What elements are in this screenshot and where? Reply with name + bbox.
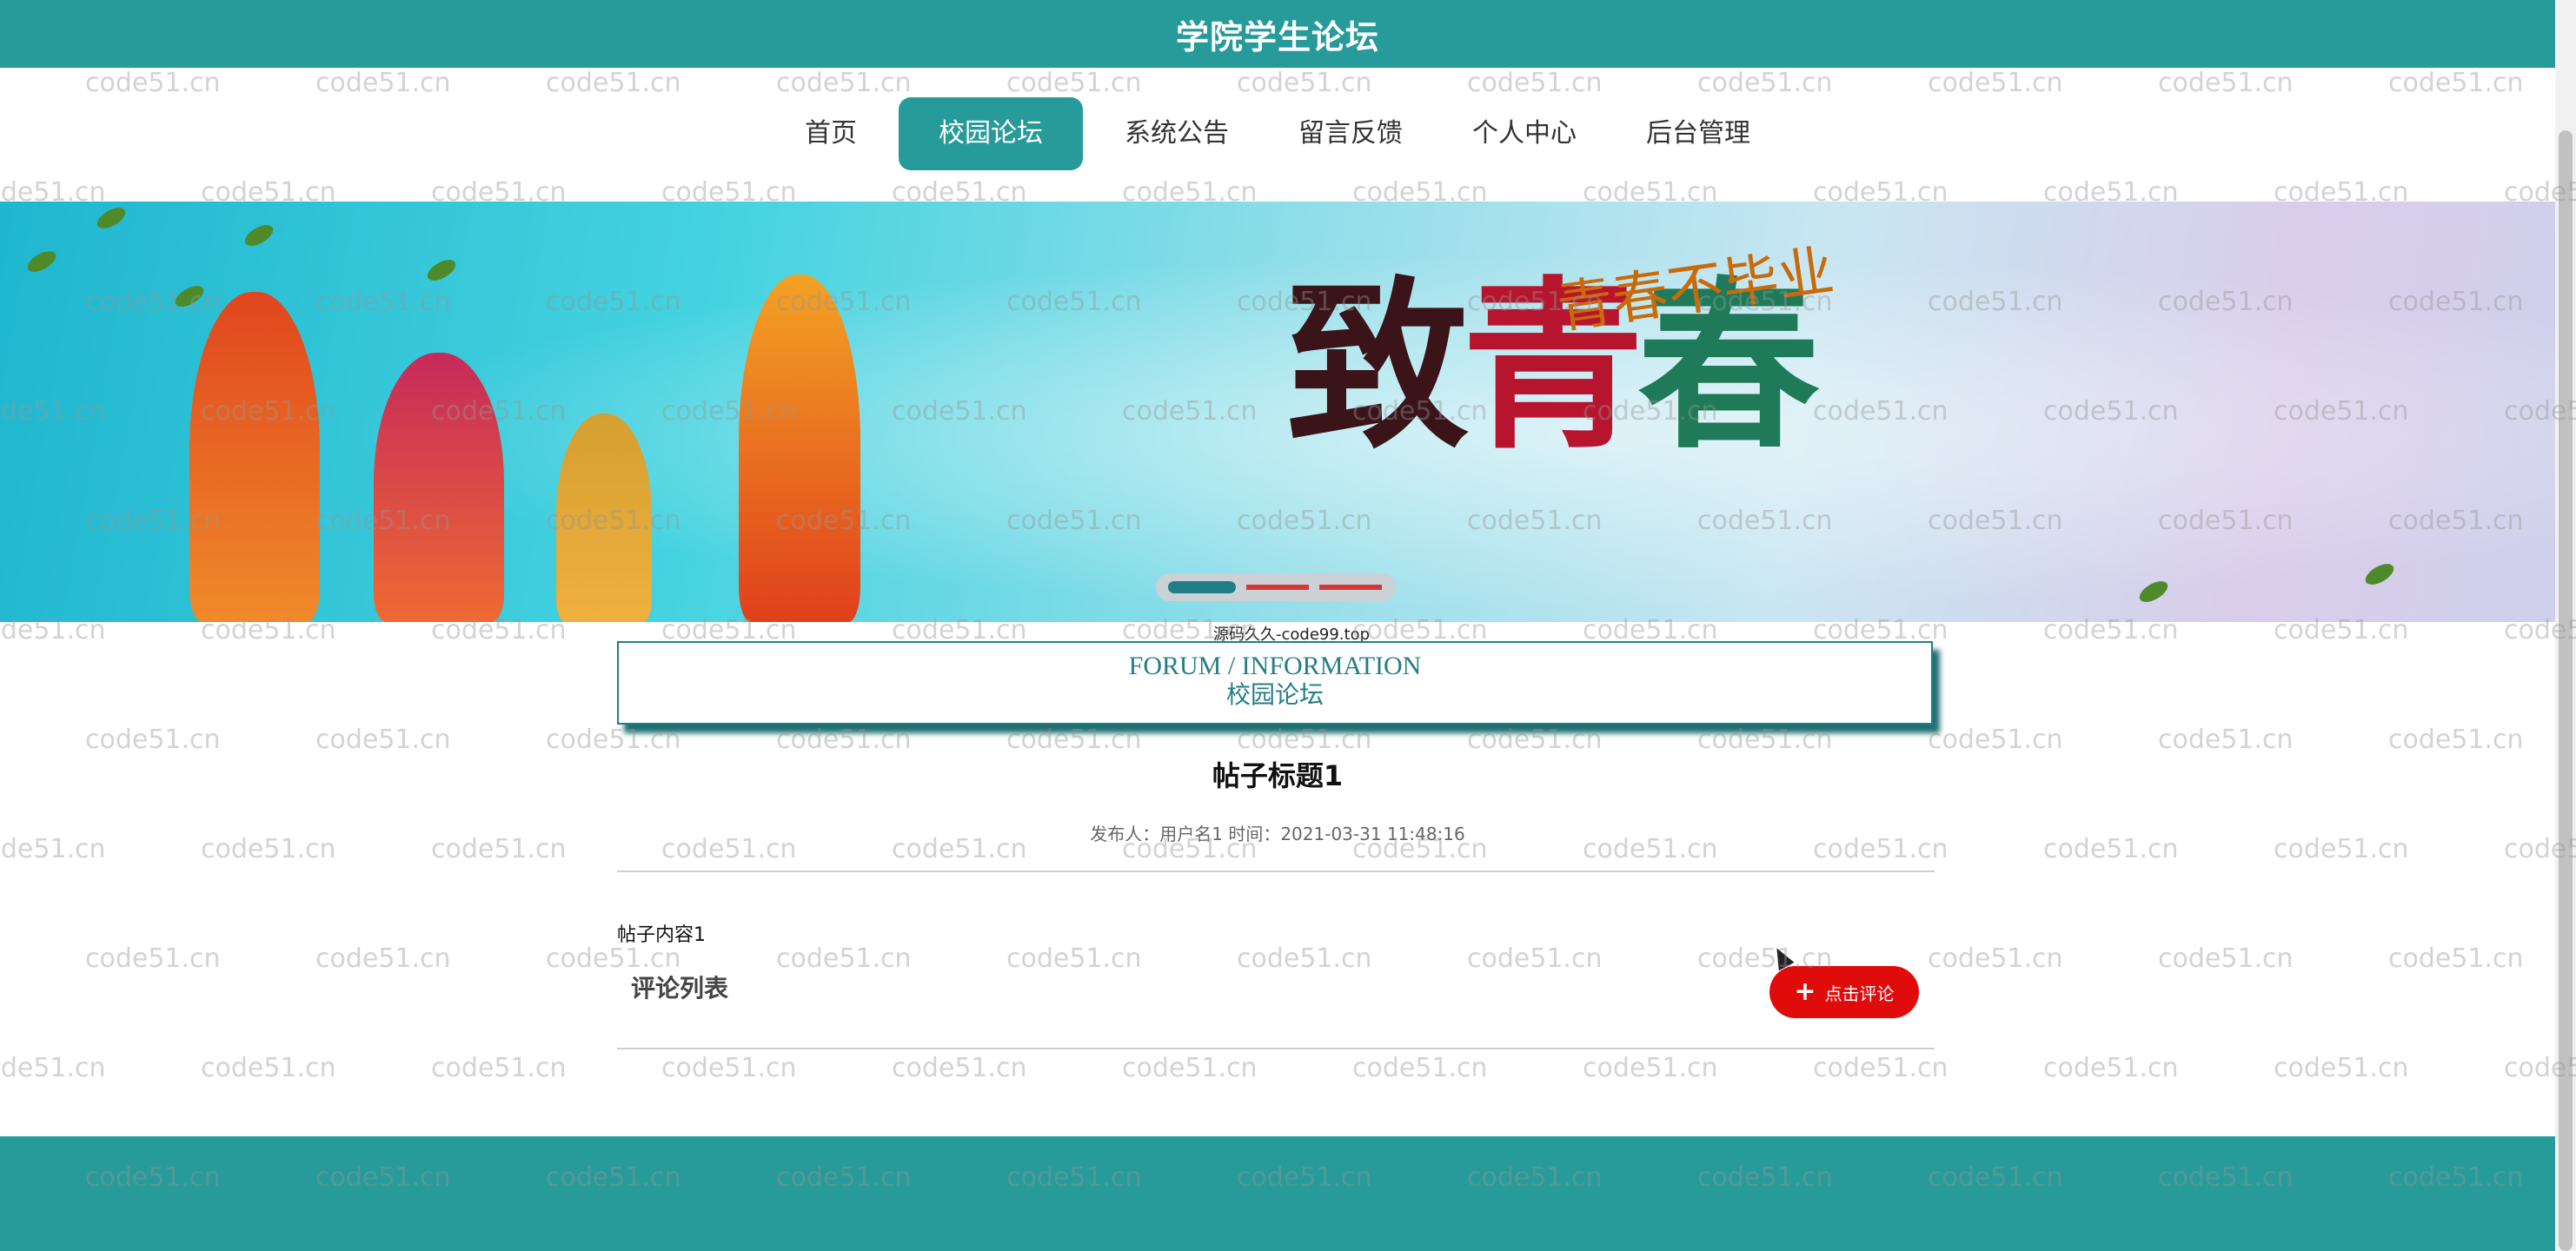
watermark-text: code51.cn [776, 725, 912, 755]
nav-item-admin[interactable]: 后台管理 [1618, 97, 1778, 170]
post-meta: 发布人：用户名1 时间：2021-03-31 11:48:16 [1090, 824, 1465, 844]
page-scrollbar[interactable] [2555, 0, 2576, 1251]
watermark-text: code51.cn [1928, 943, 2063, 974]
nav-item-feedback[interactable]: 留言反馈 [1271, 97, 1431, 170]
section-heading-cn: 校园论坛 [1225, 682, 1324, 709]
section-heading-en: FORUM / INFORMATION [1128, 652, 1422, 680]
watermark-text: code51.cn [776, 68, 912, 98]
scrollbar-thumb[interactable] [2559, 130, 2573, 1251]
divider [617, 1048, 1935, 1049]
watermark-text: code51.cn [2158, 943, 2294, 974]
watermark-text: code51.cn [201, 1053, 336, 1083]
watermark-text: code51.cn [431, 1053, 567, 1083]
watermark-text: code51.cn [1467, 943, 1603, 974]
watermark-text: code51.cn [1467, 725, 1603, 755]
silhouette-figure [189, 292, 320, 622]
watermark-text: code51.cn [85, 725, 221, 755]
carousel-dot-3[interactable] [1319, 585, 1382, 590]
site-footer [0, 1136, 2555, 1251]
watermark-text: code51.cn [1813, 1053, 1949, 1083]
main-nav: 首页 校园论坛 系统公告 留言反馈 个人中心 后台管理 [0, 97, 2555, 170]
watermark-text: code51.cn [661, 1053, 797, 1083]
watermark-text: code51.cn [546, 68, 681, 98]
comment-list-title: 评论列表 [631, 974, 729, 1003]
watermark-text: code51.cn [2388, 68, 2524, 98]
watermark-text: code51.cn [1122, 1053, 1258, 1083]
watermark-text: code51.cn [1697, 725, 1833, 755]
watermark-text: code51.cn [0, 1053, 106, 1083]
watermark-text: code51.cn [2274, 1053, 2409, 1083]
site-header: 学院学生论坛 [0, 0, 2555, 68]
watermark-text: code51.cn [1928, 725, 2063, 755]
watermark-text: code51.cn [2388, 725, 2524, 755]
carousel-dot-2[interactable] [1246, 585, 1309, 590]
nav-item-home[interactable]: 首页 [777, 97, 885, 170]
watermark-text: code51.cn [85, 943, 221, 974]
watermark-text: code51.cn [2158, 68, 2294, 98]
watermark-text: code51.cn [85, 68, 221, 98]
silhouette-figure [374, 353, 504, 622]
watermark-text: code51.cn [1006, 943, 1142, 974]
watermark-text: code51.cn [776, 943, 912, 974]
nav-item-forum[interactable]: 校园论坛 [899, 97, 1083, 170]
post-content: 帖子内容1 [617, 924, 706, 946]
banner-title-char: 致 [1286, 259, 1469, 473]
watermark-text: code51.cn [2158, 725, 2294, 755]
watermark-text: code51.cn [1697, 68, 1833, 98]
watermark-text: code51.cn [315, 943, 451, 974]
plus-icon: + [1794, 976, 1816, 1007]
section-heading: FORUM / INFORMATION 校园论坛 [617, 641, 1933, 725]
watermark-text: code51.cn [1006, 68, 1142, 98]
watermark-text: code51.cn [1467, 68, 1603, 98]
banner-carousel[interactable]: 致青春 青春不毕业 [0, 202, 2555, 622]
watermark-text: code51.cn [1006, 725, 1142, 755]
watermark-text: code51.cn [1352, 1053, 1488, 1083]
add-comment-button[interactable]: + 点击评论 [1769, 966, 1919, 1018]
divider [617, 870, 1935, 872]
watermark-text: code51.cn [2388, 943, 2524, 974]
silhouette-figure [556, 414, 652, 622]
site-title: 学院学生论坛 [1175, 17, 1379, 56]
watermark-text: code51.cn [892, 1053, 1027, 1083]
add-comment-label: 点击评论 [1824, 983, 1895, 1004]
carousel-dot-1[interactable] [1168, 581, 1236, 593]
watermark-text: code51.cn [1583, 1053, 1718, 1083]
silhouette-figure [739, 275, 860, 622]
watermark-text: code51.cn [1928, 68, 2063, 98]
watermark-text: code51.cn [315, 725, 451, 755]
nav-item-announcements[interactable]: 系统公告 [1097, 97, 1257, 170]
watermark-text: code51.cn [1237, 725, 1372, 755]
nav-item-profile[interactable]: 个人中心 [1444, 97, 1604, 170]
post-title: 帖子标题1 [1212, 759, 1344, 792]
watermark-text: code51.cn [546, 725, 681, 755]
watermark-text: code51.cn [315, 68, 451, 98]
watermark-text: code51.cn [1237, 943, 1372, 974]
watermark-text: code51.cn [1237, 68, 1372, 98]
watermark-text: code51.cn [2043, 1053, 2179, 1083]
carousel-indicators [1156, 573, 1396, 601]
